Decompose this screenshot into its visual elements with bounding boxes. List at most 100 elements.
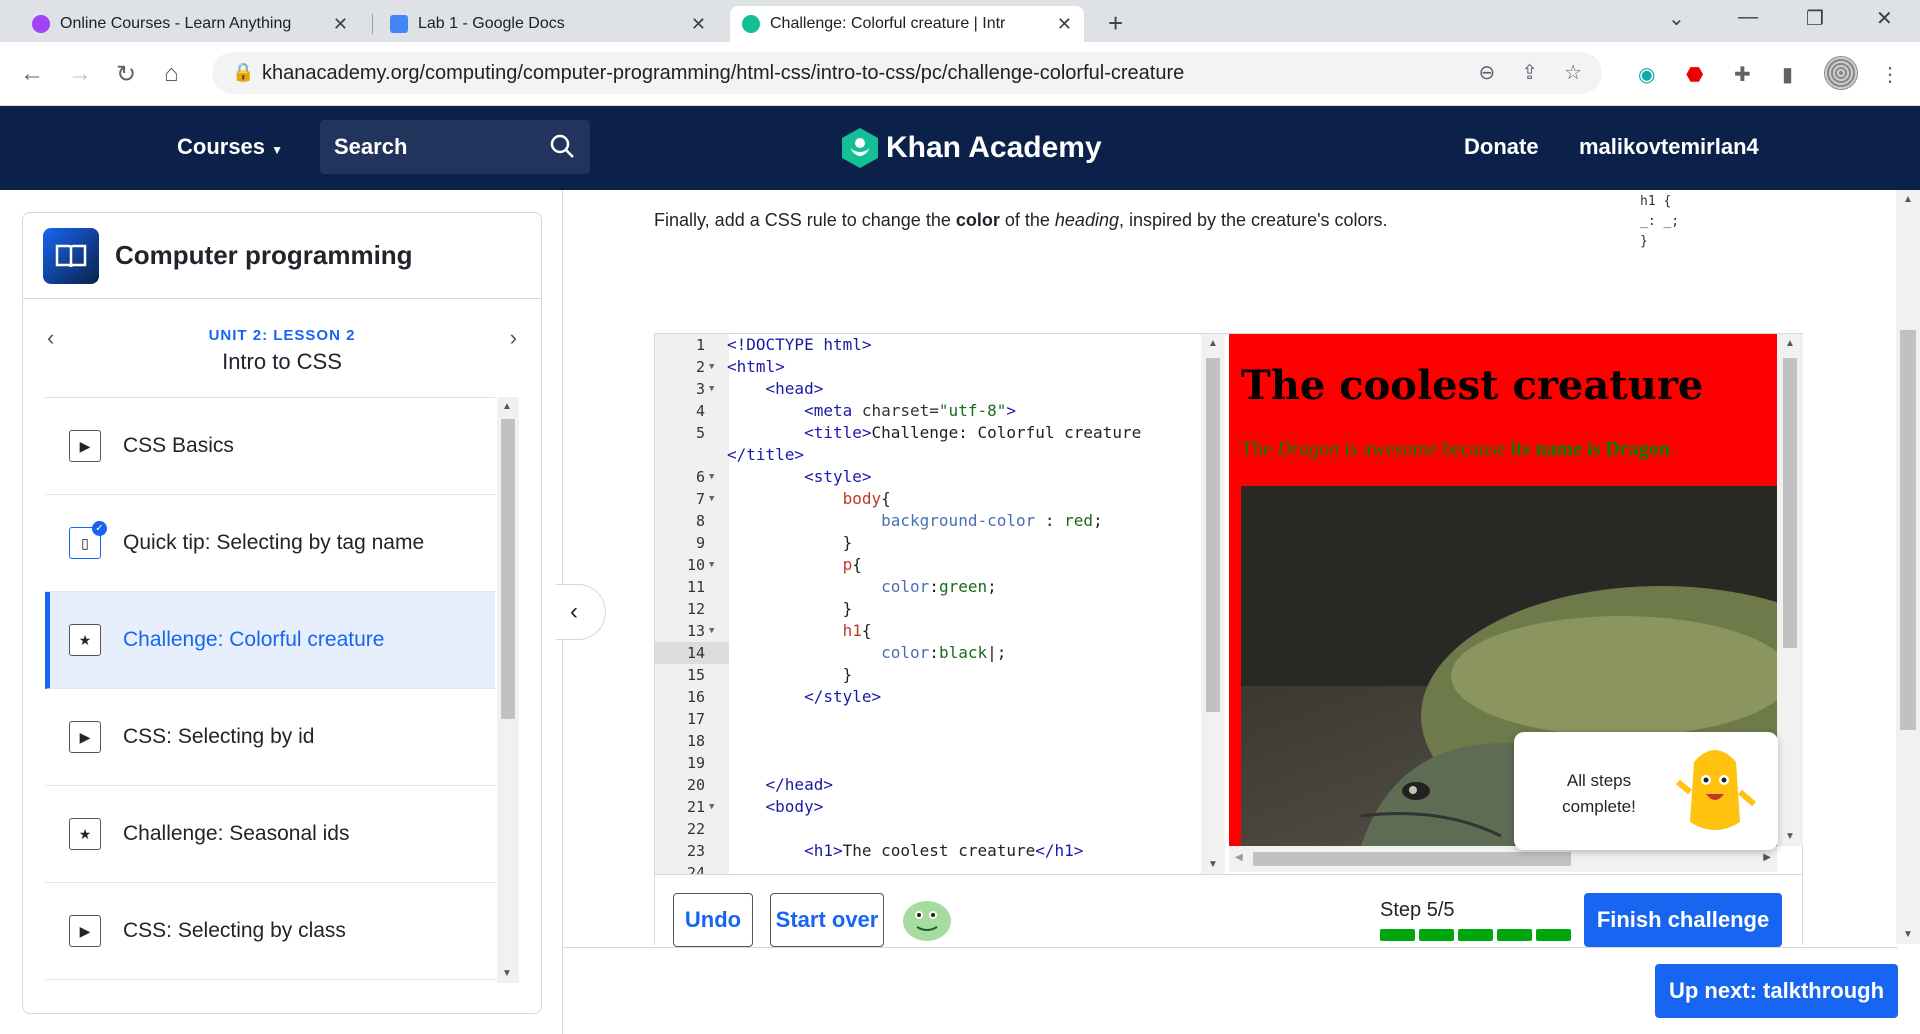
editor-scrollbar[interactable]: ▲ ▼ (1201, 334, 1225, 874)
tab-google-docs[interactable]: Lab 1 - Google Docs ✕ (378, 6, 718, 42)
tab-challenge[interactable]: Challenge: Colorful creature | Intr ✕ (730, 6, 1084, 42)
code-line[interactable]: </title> (655, 444, 1201, 466)
lesson-item-label: CSS: Selecting by class (123, 919, 346, 942)
fold-arrow-icon[interactable]: ▼ (709, 620, 714, 642)
code-line[interactable]: 13 ▼ h1{ (655, 620, 1201, 642)
code-text: <title>Challenge: Colorful creature (804, 423, 1142, 442)
code-line[interactable]: 20 </head> (655, 774, 1201, 796)
code-line[interactable]: 16 </style> (655, 686, 1201, 708)
back-icon[interactable]: ← (20, 60, 44, 88)
code-line[interactable]: 24 (655, 862, 1201, 874)
lesson-item-label: Quick tip: Selecting by tag name (123, 531, 425, 554)
extensions-puzzle-icon[interactable]: ✚ (1734, 62, 1751, 87)
code-line[interactable]: 2 ▼ <html> (655, 356, 1201, 378)
sidebar-scrollbar[interactable]: ▲ ▼ (497, 397, 519, 983)
search-input[interactable]: Search (320, 120, 590, 174)
close-window-icon[interactable]: ✕ (1876, 6, 1893, 31)
code-line[interactable]: 7 ▼ body{ (655, 488, 1201, 510)
menu-kebab-icon[interactable]: ⋮ (1880, 62, 1900, 87)
fold-arrow-icon[interactable]: ▼ (709, 554, 714, 576)
code-line[interactable]: 17 (655, 708, 1201, 730)
adblock-icon[interactable]: ⬣ (1686, 62, 1703, 87)
tab-search-icon[interactable]: ⌄ (1668, 6, 1685, 31)
next-lesson-chevron-icon[interactable]: › (510, 325, 517, 351)
user-menu[interactable]: malikovtemirlan4 (1579, 134, 1759, 160)
step-progress-bar (1380, 929, 1571, 941)
line-number: 4 (695, 402, 705, 420)
code-line[interactable]: 12 } (655, 598, 1201, 620)
code-line[interactable]: 3 ▼ <head> (655, 378, 1201, 400)
khan-favicon-icon (742, 15, 760, 33)
code-text: <body> (765, 797, 824, 816)
forward-icon[interactable]: → (68, 60, 92, 88)
code-line[interactable]: 22 (655, 818, 1201, 840)
close-tab-icon[interactable]: ✕ (1057, 14, 1072, 35)
code-line[interactable]: 23 <h1>The coolest creature</h1> (655, 840, 1201, 862)
khan-logo-icon (842, 128, 878, 168)
code-line[interactable]: 19 (655, 752, 1201, 774)
code-line[interactable]: 5 <title>Challenge: Colorful creature (655, 422, 1201, 444)
share-icon[interactable]: ⇪ (1521, 60, 1538, 85)
zoom-icon[interactable]: ⊖ (1479, 60, 1496, 85)
line-number: 13 (686, 622, 705, 640)
side-panel-icon[interactable]: ▮ (1782, 62, 1793, 87)
challenge-workspace: 1 <!DOCTYPE html> 2 ▼ <html> 3 ▼ <head> 4 <meta… (654, 333, 1803, 947)
code-line[interactable]: 1 <!DOCTYPE html> (655, 334, 1201, 356)
home-icon[interactable]: ⌂ (164, 60, 179, 88)
footer-divider (562, 947, 1898, 948)
preview-vertical-scrollbar[interactable]: ▲ ▼ (1777, 334, 1803, 846)
step-segment (1536, 929, 1571, 941)
fold-arrow-icon[interactable]: ▼ (709, 378, 714, 400)
code-editor[interactable]: 1 <!DOCTYPE html> 2 ▼ <html> 3 ▼ <head> 4 <meta… (655, 334, 1225, 874)
page-scrollbar[interactable]: ▲ ▼ (1896, 190, 1920, 944)
code-line[interactable]: 14 color:black|; (655, 642, 1201, 664)
start-over-button[interactable]: Start over (770, 893, 884, 947)
course-header: Computer programming (23, 213, 541, 299)
collapse-sidebar-button[interactable]: ‹ (556, 584, 606, 640)
tab-online-courses[interactable]: Online Courses - Learn Anything ✕ (20, 6, 360, 42)
code-line[interactable]: 4 <meta charset="utf-8"> (655, 400, 1201, 422)
courses-label: Courses (177, 134, 266, 159)
donate-link[interactable]: Donate (1464, 134, 1539, 160)
line-number: 8 (695, 512, 705, 530)
line-number: 6 (695, 468, 705, 486)
fold-arrow-icon[interactable]: ▼ (709, 488, 714, 510)
finish-challenge-button[interactable]: Finish challenge (1584, 893, 1782, 947)
code-line[interactable]: 18 (655, 730, 1201, 752)
code-line[interactable]: 10 ▼ p{ (655, 554, 1201, 576)
code-line[interactable]: 9 } (655, 532, 1201, 554)
lesson-item-active[interactable]: ★ Challenge: Colorful creature (45, 592, 495, 689)
close-tab-icon[interactable]: ✕ (691, 14, 706, 35)
toast-message: All steps complete! (1562, 771, 1636, 816)
code-text: <html> (727, 357, 785, 376)
code-line[interactable]: 21 ▼ <body> (655, 796, 1201, 818)
url-input[interactable]: 🔒 khanacademy.org/computing/computer-pro… (212, 52, 1602, 94)
up-next-button[interactable]: Up next: talkthrough (1655, 964, 1898, 1018)
code-line[interactable]: 8 background-color : red; (655, 510, 1201, 532)
lesson-item[interactable]: ▶ CSS Basics (45, 398, 495, 495)
fold-arrow-icon[interactable]: ▼ (709, 466, 714, 488)
reload-icon[interactable]: ↻ (116, 60, 136, 89)
undo-button[interactable]: Undo (673, 893, 753, 947)
new-tab-button[interactable]: + (1108, 8, 1123, 39)
code-line[interactable]: 15 } (655, 664, 1201, 686)
code-line[interactable]: 11 color:green; (655, 576, 1201, 598)
lesson-item[interactable]: ▶ CSS: Selecting by id (45, 689, 495, 786)
code-text: <head> (765, 379, 824, 398)
extension-record-icon[interactable]: ◉ (1638, 62, 1655, 87)
restore-icon[interactable]: ❐ (1806, 6, 1824, 31)
fold-arrow-icon[interactable]: ▼ (709, 796, 714, 818)
minimize-icon[interactable]: — (1738, 6, 1758, 29)
line-number: 15 (686, 666, 705, 684)
khan-academy-logo[interactable]: Khan Academy (842, 128, 1102, 168)
lesson-item[interactable]: ★ Challenge: Seasonal ids (45, 786, 495, 883)
profile-avatar[interactable] (1824, 56, 1858, 90)
chevron-left-icon: ‹ (570, 598, 578, 625)
code-line[interactable]: 6 ▼ <style> (655, 466, 1201, 488)
fold-arrow-icon[interactable]: ▼ (709, 356, 714, 378)
courses-menu[interactable]: Courses ▼ (177, 134, 283, 160)
bookmark-star-icon[interactable]: ☆ (1564, 60, 1582, 85)
close-tab-icon[interactable]: ✕ (333, 14, 348, 35)
lesson-item[interactable]: ▶ CSS: Selecting by class (45, 883, 495, 980)
lesson-item[interactable]: ▯ ✓ Quick tip: Selecting by tag name (45, 495, 495, 592)
